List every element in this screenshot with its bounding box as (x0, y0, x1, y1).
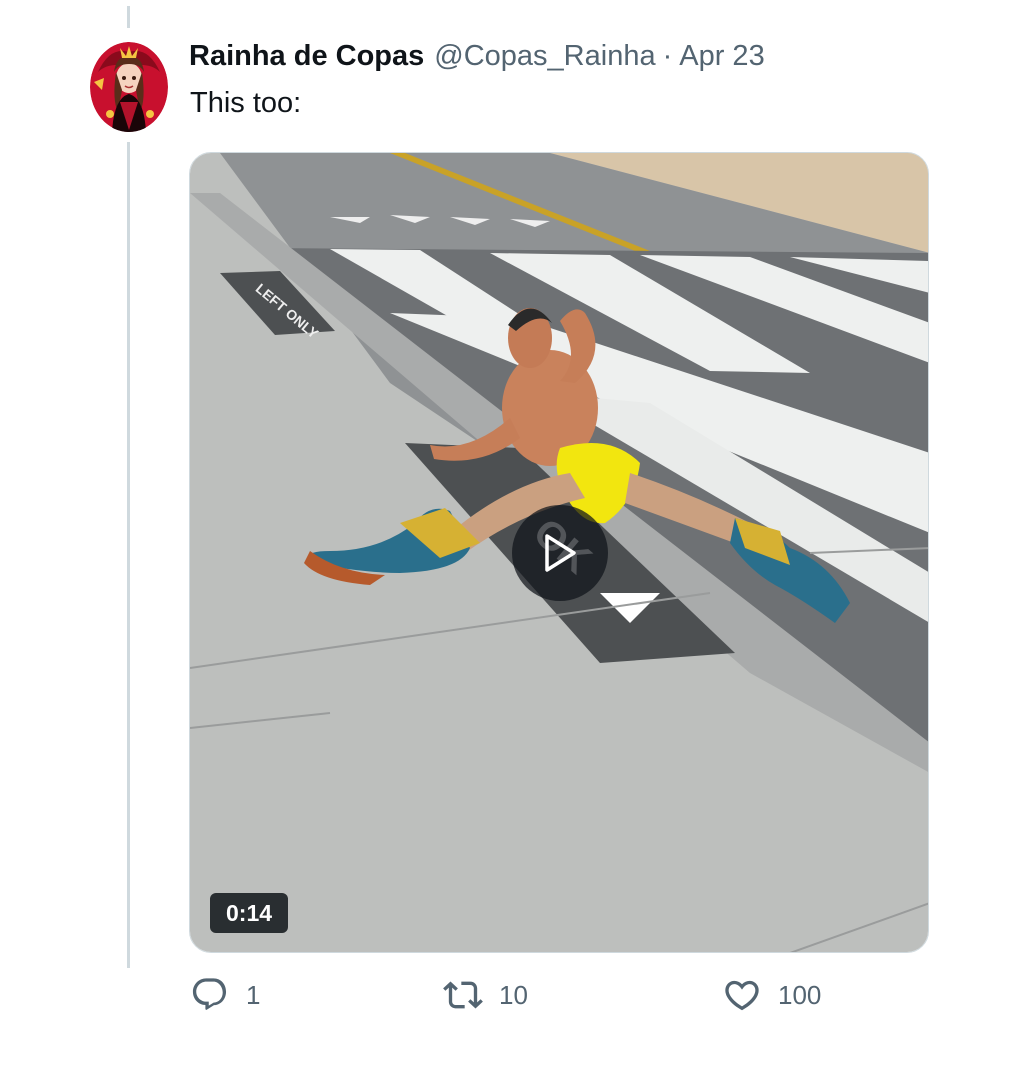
like-count: 100 (778, 979, 822, 1010)
like-button[interactable]: 100 (722, 972, 821, 1018)
separator-dot: · (662, 39, 673, 72)
tweet-actions: 1 10 100 (0, 972, 1010, 1018)
tweet-date[interactable]: Apr 23 (679, 40, 764, 73)
video-player[interactable]: LEFT ONLY OK 0:14 (189, 152, 929, 953)
thread-line (127, 142, 130, 968)
retweet-count: 10 (499, 979, 528, 1010)
reply-count: 1 (246, 979, 261, 1010)
retweet-icon (443, 981, 483, 1009)
play-button[interactable] (512, 505, 608, 601)
tweet-header: Rainha de Copas @Copas_Rainha · Apr 23 (189, 36, 765, 76)
avatar[interactable] (90, 42, 168, 132)
heart-icon (725, 980, 759, 1011)
reply-button[interactable]: 1 (190, 972, 260, 1018)
display-name[interactable]: Rainha de Copas (189, 40, 424, 73)
thread-line-top (127, 6, 130, 28)
avatar-image (90, 42, 168, 132)
reply-icon (192, 978, 227, 1010)
video-duration-badge: 0:14 (210, 893, 289, 933)
retweet-button[interactable]: 10 (443, 972, 528, 1018)
user-handle[interactable]: @Copas_Rainha (434, 40, 655, 73)
tweet-text: This too: (190, 87, 302, 119)
play-icon (545, 534, 576, 572)
